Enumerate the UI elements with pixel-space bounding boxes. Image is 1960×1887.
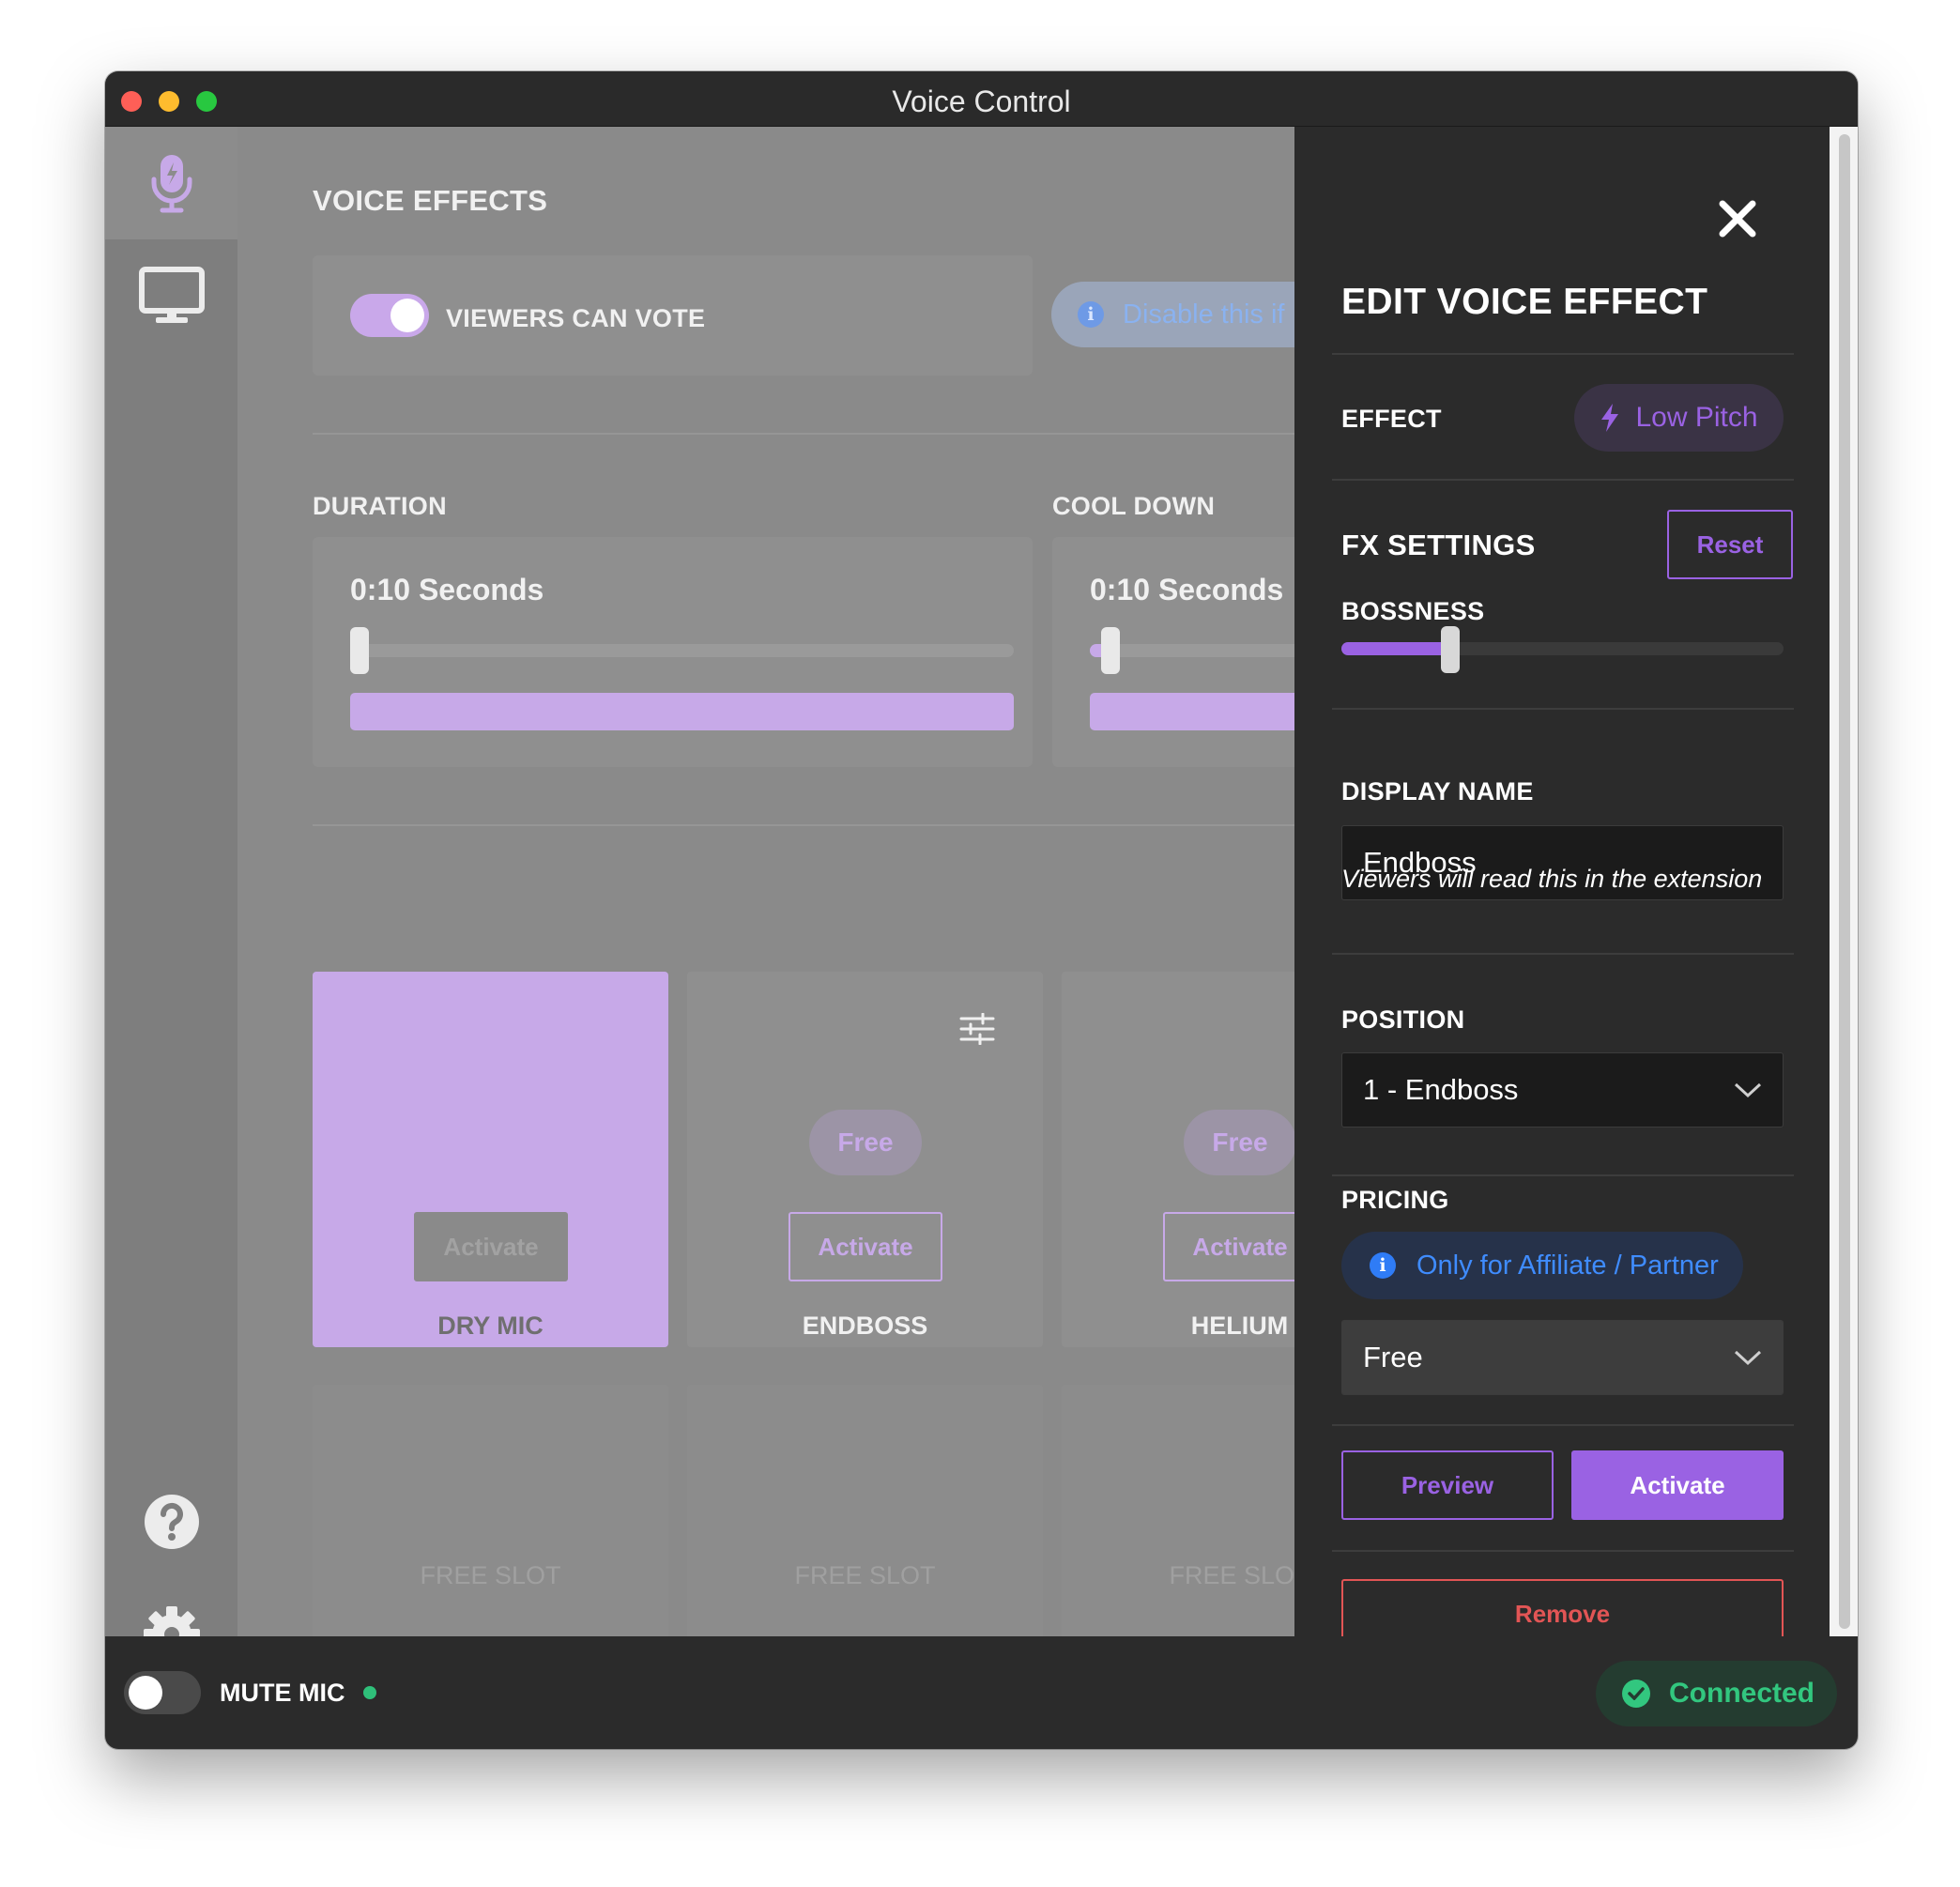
sidebar-item-display[interactable]	[105, 239, 237, 352]
scrollbar-thumb[interactable]	[1839, 134, 1850, 1629]
sidebar-item-voice[interactable]	[105, 127, 237, 239]
scrollbar[interactable]	[1830, 127, 1858, 1636]
display-name-label: DISPLAY NAME	[1341, 777, 1534, 805]
help-icon	[144, 1495, 199, 1549]
divider	[1332, 708, 1794, 710]
monitor-icon	[138, 267, 205, 323]
chevron-down-icon	[1734, 1350, 1762, 1366]
free-slot[interactable]: FREE SLOT	[687, 1385, 1043, 1636]
bottom-bar: MUTE MIC Connected	[105, 1636, 1858, 1749]
divider	[313, 433, 1427, 435]
duration-slider-thumb[interactable]	[350, 627, 369, 674]
pricing-select[interactable]: Free	[1341, 1320, 1784, 1395]
page-title: VOICE EFFECTS	[313, 184, 548, 217]
edit-panel: EDIT VOICE EFFECT EFFECT Low Pitch FX SE…	[1294, 127, 1830, 1649]
duration-slider-track[interactable]	[350, 644, 1014, 657]
edit-panel-title: EDIT VOICE EFFECT	[1341, 282, 1708, 322]
activate-button[interactable]: Activate	[789, 1212, 942, 1281]
effect-card-endboss[interactable]: Free Activate ENDBOSS	[687, 972, 1043, 1347]
divider	[1332, 953, 1794, 955]
app-window: Voice Control VOICE EFFECTS VIEWERS CAN …	[105, 71, 1858, 1749]
bossness-slider-fill	[1341, 642, 1450, 655]
duration-bar	[350, 693, 1014, 730]
duration-value: 0:10 Seconds	[350, 573, 544, 606]
bossness-label: BOSSNESS	[1341, 597, 1485, 625]
effect-value: Low Pitch	[1635, 402, 1758, 433]
free-slot-label: FREE SLOT	[420, 1561, 561, 1589]
pricing-info-text: Only for Affiliate / Partner	[1416, 1250, 1719, 1281]
reset-button[interactable]: Reset	[1667, 510, 1793, 579]
pricing-label: PRICING	[1341, 1186, 1449, 1214]
info-text: Disable this if	[1123, 299, 1285, 330]
divider	[1332, 479, 1794, 481]
bossness-slider-thumb[interactable]	[1441, 626, 1460, 673]
connection-status-text: Connected	[1669, 1678, 1815, 1709]
window-title: Voice Control	[892, 84, 1071, 118]
info-icon: i	[1078, 301, 1104, 328]
viewers-vote-panel: VIEWERS CAN VOTE	[313, 255, 1033, 376]
position-value: 1 - Endboss	[1363, 1073, 1519, 1106]
sliders-icon[interactable]	[959, 1013, 995, 1045]
effect-card-dry-mic[interactable]: Activate DRY MIC	[313, 972, 668, 1347]
microphone-icon	[151, 155, 191, 213]
price-badge: Free	[809, 1110, 922, 1175]
effect-name: ENDBOSS	[802, 1312, 928, 1340]
duration-label: DURATION	[313, 492, 447, 520]
position-select[interactable]: 1 - Endboss	[1341, 1052, 1784, 1128]
divider	[1332, 1550, 1794, 1552]
price-badge: Free	[1184, 1110, 1296, 1175]
cooldown-value: 0:10 Seconds	[1090, 573, 1284, 606]
effect-name: DRY MIC	[437, 1312, 544, 1340]
display-name-hint: Viewers will read this in the extension	[1341, 865, 1763, 893]
divider	[1332, 1424, 1794, 1426]
connection-status-badge: Connected	[1596, 1661, 1837, 1726]
free-slot-label: FREE SLOT	[794, 1561, 936, 1589]
pricing-info-banner: i Only for Affiliate / Partner	[1341, 1232, 1743, 1299]
check-icon	[1622, 1680, 1650, 1708]
mute-mic-toggle[interactable]	[124, 1671, 201, 1714]
cooldown-slider-thumb[interactable]	[1101, 627, 1120, 674]
close-icon[interactable]	[1715, 196, 1760, 241]
viewers-vote-toggle[interactable]	[350, 294, 429, 337]
mute-mic-label: MUTE MIC	[220, 1679, 345, 1707]
fx-settings-label: FX SETTINGS	[1341, 529, 1536, 561]
lightning-icon	[1601, 404, 1619, 432]
activate-button[interactable]: Activate	[1571, 1450, 1784, 1520]
mic-status-dot	[363, 1686, 376, 1699]
free-slot[interactable]: FREE SLOT	[313, 1385, 668, 1636]
divider	[1332, 353, 1794, 355]
position-label: POSITION	[1341, 1005, 1465, 1034]
chevron-down-icon	[1734, 1082, 1762, 1098]
cooldown-label: COOL DOWN	[1052, 492, 1216, 520]
effect-label: EFFECT	[1341, 405, 1442, 433]
info-icon: i	[1370, 1252, 1396, 1279]
activate-button[interactable]: Activate	[414, 1212, 568, 1281]
duration-panel: 0:10 Seconds	[313, 537, 1033, 767]
sidebar	[105, 127, 237, 1663]
title-bar: Voice Control	[105, 71, 1858, 127]
main-content: VOICE EFFECTS VIEWERS CAN VOTE i Disable…	[237, 127, 1427, 1636]
divider	[313, 824, 1427, 826]
viewers-vote-label: VIEWERS CAN VOTE	[446, 304, 706, 332]
pricing-value: Free	[1363, 1341, 1423, 1373]
effect-selector[interactable]: Low Pitch	[1574, 384, 1784, 452]
divider	[1332, 1174, 1794, 1176]
preview-button[interactable]: Preview	[1341, 1450, 1554, 1520]
help-button[interactable]	[105, 1482, 237, 1561]
